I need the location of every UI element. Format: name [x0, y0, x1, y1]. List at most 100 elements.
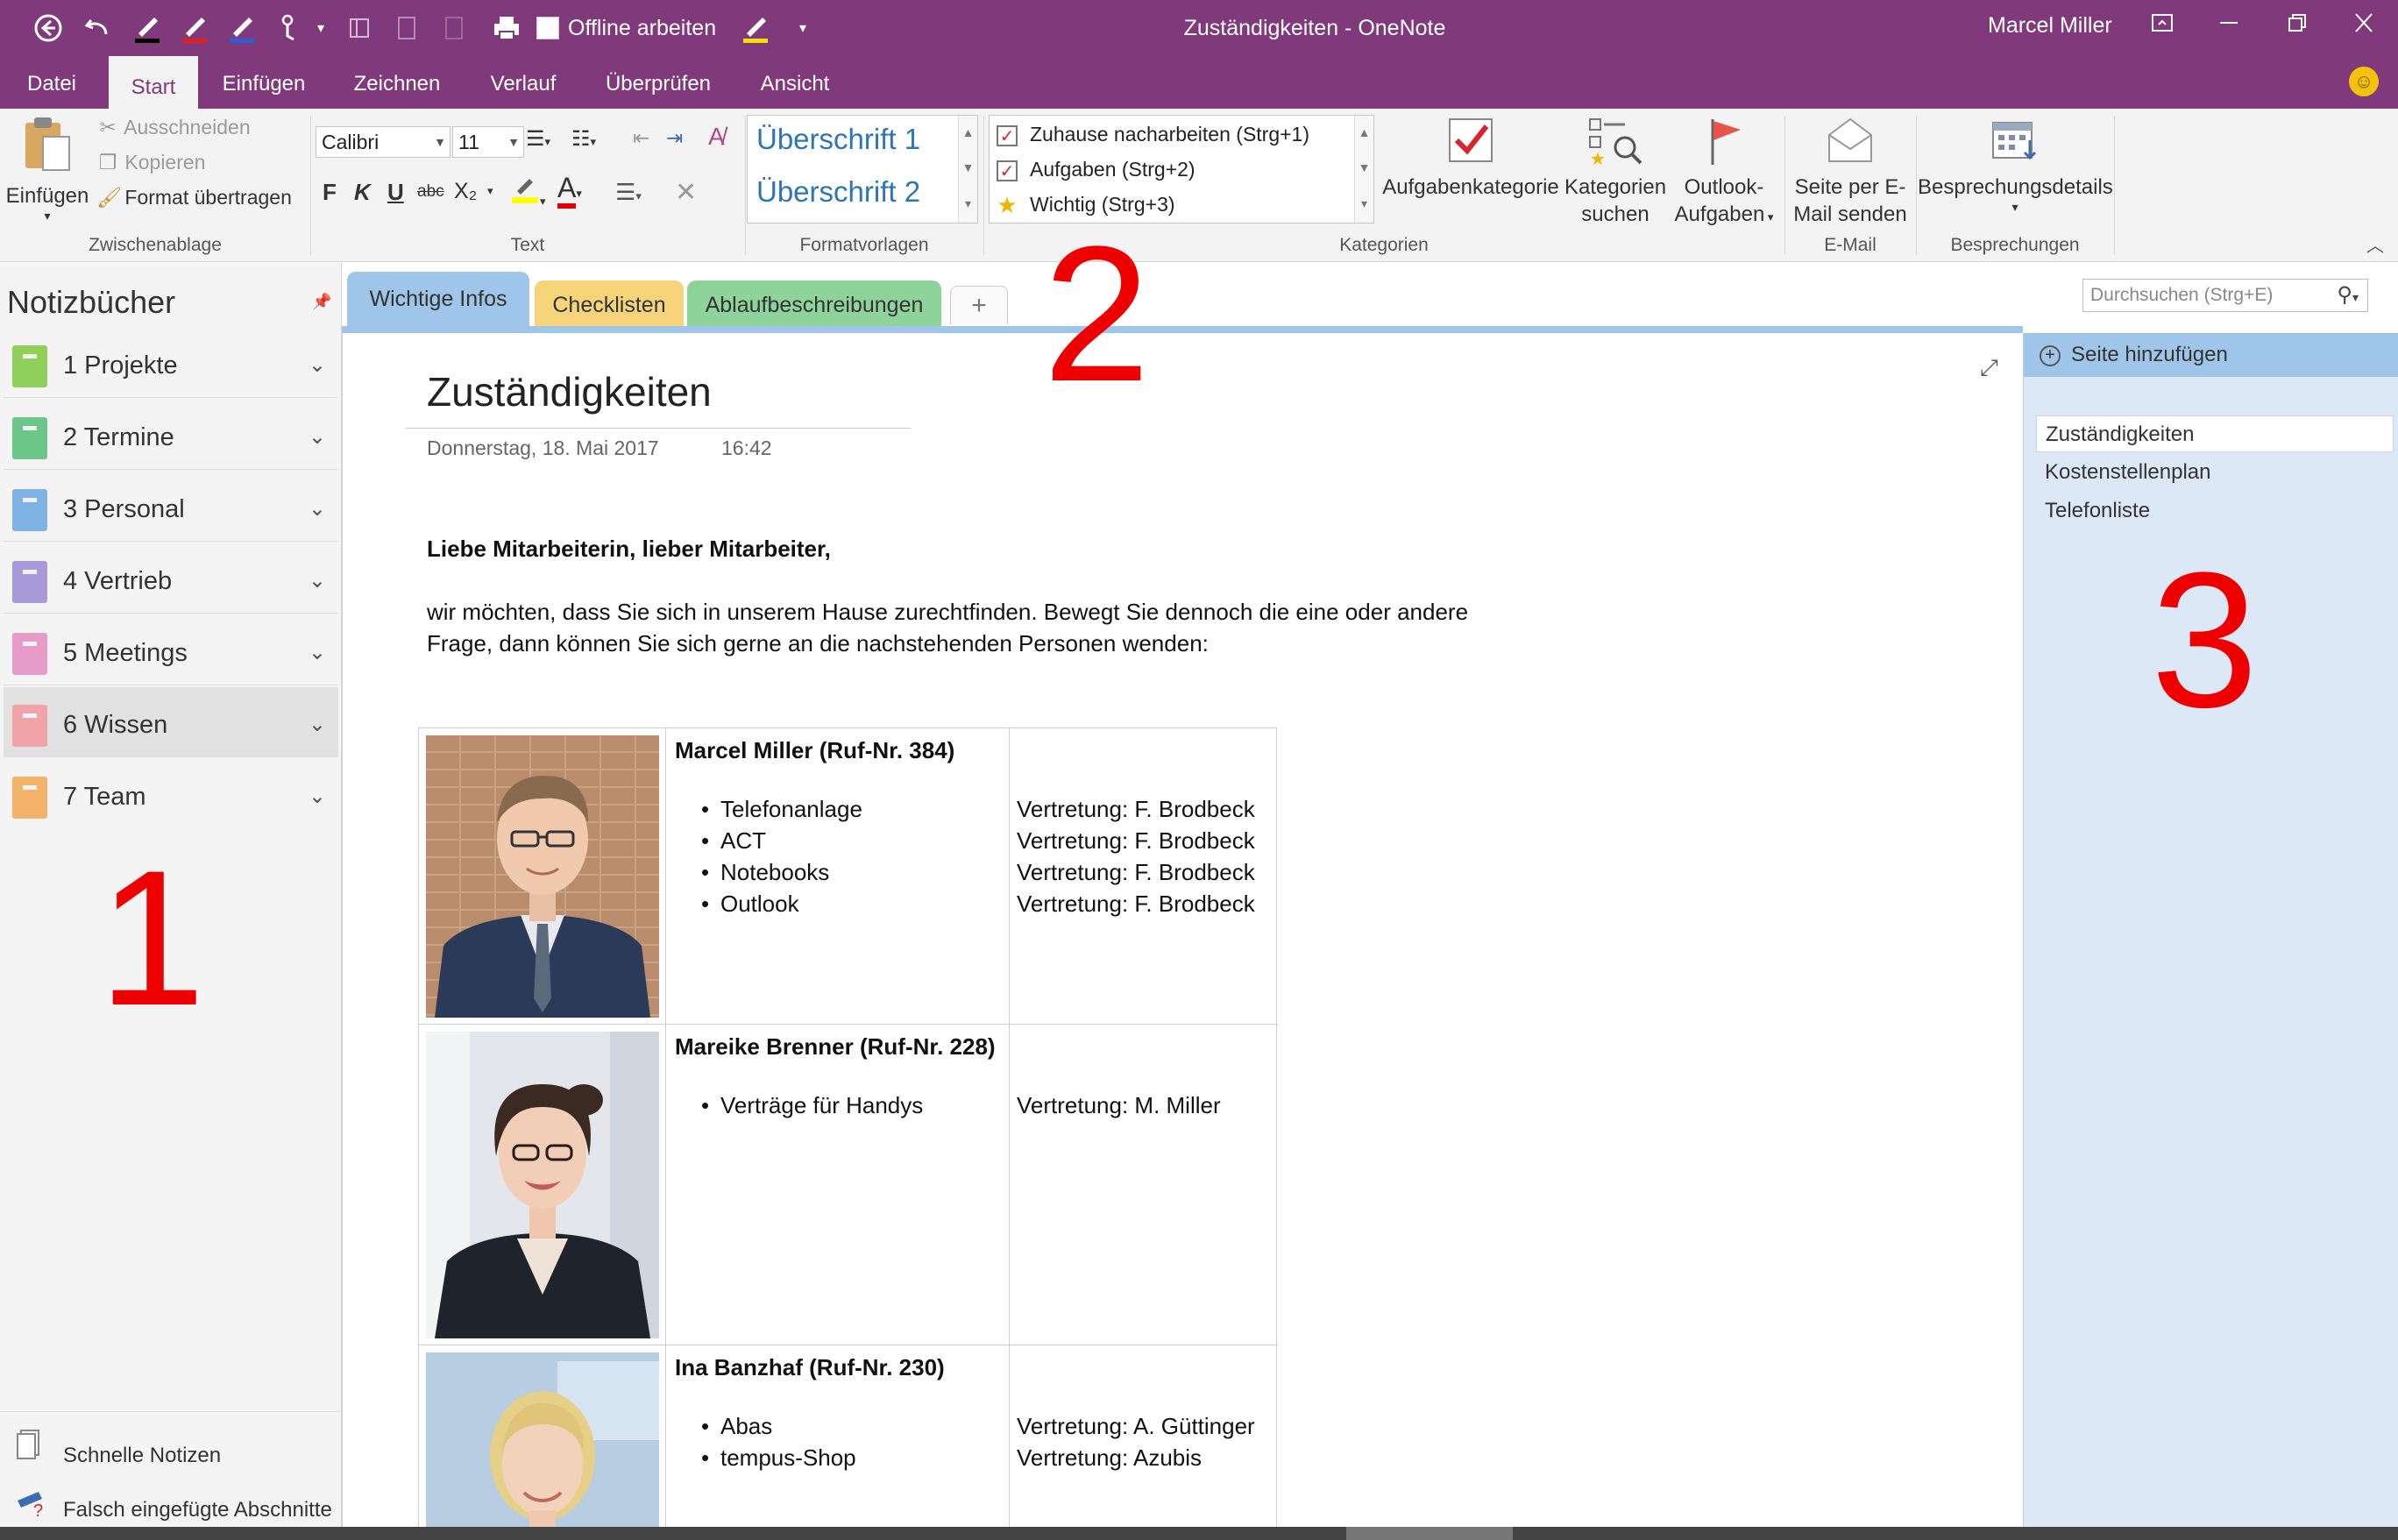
- list-item[interactable]: Verträge für Handys: [701, 1089, 923, 1121]
- tab-verlauf[interactable]: Verlauf: [477, 56, 570, 109]
- page-title[interactable]: Zuständigkeiten: [427, 368, 712, 415]
- notebook-item-projekte[interactable]: 1 Projekte ⌄: [4, 328, 338, 398]
- undo-icon[interactable]: [77, 9, 117, 47]
- outlook-tasks-button[interactable]: Outlook- Aufgaben ▾: [1672, 114, 1776, 231]
- chevron-down-icon[interactable]: ⌄: [309, 400, 326, 475]
- section-tab-wichtige-infos[interactable]: Wichtige Infos: [347, 272, 529, 331]
- add-section-icon[interactable]: +: [950, 286, 1008, 324]
- user-name[interactable]: Marcel Miller: [1988, 0, 2112, 51]
- chevron-down-icon[interactable]: ⌄: [309, 543, 326, 619]
- duties-list[interactable]: Verträge für Handys: [701, 1089, 923, 1121]
- customize-qa-icon[interactable]: ▾: [794, 9, 812, 47]
- outdent-button[interactable]: ⇤: [633, 126, 649, 150]
- chevron-down-icon[interactable]: ⌄: [309, 328, 326, 403]
- back-icon[interactable]: [26, 9, 70, 47]
- restore-icon[interactable]: [2267, 0, 2328, 51]
- table-row[interactable]: Mareike Brenner (Ruf-Nr. 228) Verträge f…: [419, 1025, 1278, 1345]
- pen-black-icon[interactable]: [128, 9, 167, 47]
- notebook-item-termine[interactable]: 2 Termine ⌄: [4, 400, 338, 470]
- highlighter-icon[interactable]: [736, 9, 775, 47]
- tab-ueberpruefen[interactable]: Überprüfen: [592, 56, 724, 109]
- meeting-details-button[interactable]: Besprechungsdetails ▾: [1918, 114, 2113, 213]
- font-name-combo[interactable]: Calibri ▼: [316, 126, 451, 158]
- page-view-icon[interactable]: [389, 9, 424, 47]
- styles-gallery[interactable]: Überschrift 1 Überschrift 2 ▲ ▼ ▾: [747, 115, 978, 224]
- clear-format-button[interactable]: A̸: [708, 123, 725, 151]
- chevron-down-icon[interactable]: ▾: [487, 184, 493, 198]
- tab-zeichnen[interactable]: Zeichnen: [340, 56, 454, 109]
- font-color-button[interactable]: A▾: [557, 172, 582, 209]
- chevron-down-icon[interactable]: ⌄: [309, 472, 326, 547]
- indent-button[interactable]: ⇥: [666, 126, 683, 150]
- numbering-button[interactable]: ☷▾: [571, 126, 596, 152]
- notebooks-header[interactable]: Notizbücher: [7, 284, 175, 321]
- contacts-table[interactable]: Marcel Miller (Ruf-Nr. 384) Telefonanlag…: [418, 727, 1278, 1527]
- notebook-item-vertrieb[interactable]: 4 Vertrieb ⌄: [4, 543, 338, 614]
- font-size-combo[interactable]: 11 ▼: [452, 126, 524, 158]
- task-category-button[interactable]: Aufgabenkategorie: [1381, 114, 1560, 201]
- list-item[interactable]: ACT: [701, 825, 862, 856]
- quick-notes-link[interactable]: Schnelle Notizen: [16, 1429, 221, 1468]
- table-row[interactable]: Marcel Miller (Ruf-Nr. 384) Telefonanlag…: [419, 728, 1278, 1025]
- paste-button[interactable]: Einfügen ▾: [5, 114, 89, 222]
- person-name[interactable]: Marcel Miller (Ruf-Nr. 384): [675, 737, 954, 764]
- intro-text-line-2[interactable]: Frage, dann können Sie sich gerne an die…: [427, 628, 1209, 660]
- subscript-button[interactable]: X₂: [454, 179, 477, 204]
- feedback-smiley-icon[interactable]: ☺: [2349, 67, 2379, 96]
- representative-line[interactable]: Vertretung: M. Miller: [1017, 1089, 1221, 1121]
- bold-button[interactable]: F: [323, 179, 337, 206]
- duties-list[interactable]: Abas tempus-Shop: [701, 1410, 856, 1473]
- search-icon[interactable]: ⚲▾: [2337, 280, 2359, 313]
- person-name[interactable]: Ina Banzhaf (Ruf-Nr. 230): [675, 1354, 945, 1381]
- tab-datei[interactable]: Datei: [11, 56, 93, 109]
- list-item[interactable]: tempus-Shop: [701, 1442, 856, 1473]
- notebook-item-team[interactable]: 7 Team ⌄: [4, 759, 338, 829]
- align-button[interactable]: ☰▾: [615, 179, 642, 206]
- chevron-down-icon[interactable]: ⌄: [309, 759, 326, 834]
- share-icon[interactable]: [436, 9, 472, 47]
- pen-red-icon[interactable]: [175, 9, 214, 47]
- representatives[interactable]: Vertretung: A. Güttinger Vertretung: Azu…: [1017, 1410, 1255, 1473]
- qa-dropdown-icon[interactable]: ▾: [312, 9, 330, 47]
- copy-button[interactable]: ❐ Kopieren: [96, 151, 206, 174]
- page-item-kostenstellenplan[interactable]: Kostenstellenplan: [2036, 454, 2394, 491]
- cut-button[interactable]: ✂ Ausschneiden: [96, 116, 250, 139]
- section-tab-ablaufbeschreibungen[interactable]: Ablaufbeschreibungen: [687, 280, 941, 330]
- italic-button[interactable]: K: [354, 179, 371, 206]
- ribbon-display-icon[interactable]: [2132, 0, 2193, 51]
- find-tags-button[interactable]: ★ Kategorien suchen: [1564, 114, 1667, 228]
- representative-line[interactable]: Vertretung: F. Brodbeck: [1017, 888, 1255, 919]
- pen-blue-icon[interactable]: [223, 9, 261, 47]
- expand-page-icon[interactable]: ⤢: [1980, 354, 1998, 382]
- representative-line[interactable]: Vertretung: F. Brodbeck: [1017, 825, 1255, 856]
- delete-button[interactable]: ✕: [675, 177, 697, 208]
- page-canvas[interactable]: ⤢ Zuständigkeiten Donnerstag, 18. Mai 20…: [342, 333, 2023, 1527]
- scroll-up-icon[interactable]: ▲: [959, 116, 977, 151]
- duties-list[interactable]: Telefonanlage ACT Notebooks Outlook: [701, 793, 862, 919]
- representative-line[interactable]: Vertretung: A. Güttinger: [1017, 1410, 1255, 1442]
- greeting-text[interactable]: Liebe Mitarbeiterin, lieber Mitarbeiter,: [427, 533, 831, 565]
- style-heading-2[interactable]: Überschrift 2: [756, 175, 920, 209]
- strikethrough-button[interactable]: abc: [417, 182, 444, 202]
- list-item[interactable]: Outlook: [701, 888, 862, 919]
- representative-line[interactable]: Vertretung: F. Brodbeck: [1017, 793, 1255, 825]
- bullets-button[interactable]: ☰▾: [526, 126, 550, 152]
- list-item[interactable]: Notebooks: [701, 856, 862, 888]
- scroll-down-icon[interactable]: ▼: [1355, 151, 1373, 186]
- scroll-up-icon[interactable]: ▲: [1355, 116, 1373, 151]
- touch-mode-icon[interactable]: [270, 9, 309, 47]
- scrollbar-thumb[interactable]: [1346, 1527, 1513, 1540]
- close-icon[interactable]: [2333, 0, 2394, 51]
- expand-gallery-icon[interactable]: ▾: [959, 187, 977, 222]
- style-heading-1[interactable]: Überschrift 1: [756, 123, 920, 156]
- page-item-telefonliste[interactable]: Telefonliste: [2036, 493, 2394, 529]
- collapse-ribbon-icon[interactable]: ︿: [2366, 231, 2384, 257]
- tab-ansicht[interactable]: Ansicht: [747, 56, 843, 109]
- representatives[interactable]: Vertretung: M. Miller: [1017, 1089, 1221, 1121]
- notebook-item-wissen[interactable]: 6 Wissen ⌄: [4, 687, 338, 757]
- representative-line[interactable]: Vertretung: F. Brodbeck: [1017, 856, 1255, 888]
- scroll-down-icon[interactable]: ▼: [959, 151, 977, 186]
- tab-start[interactable]: Start: [109, 56, 198, 109]
- search-input[interactable]: Durchsuchen (Strg+E) ⚲▾: [2082, 279, 2368, 312]
- misplaced-sections-link[interactable]: ? Falsch eingefügte Abschnitte: [16, 1487, 332, 1522]
